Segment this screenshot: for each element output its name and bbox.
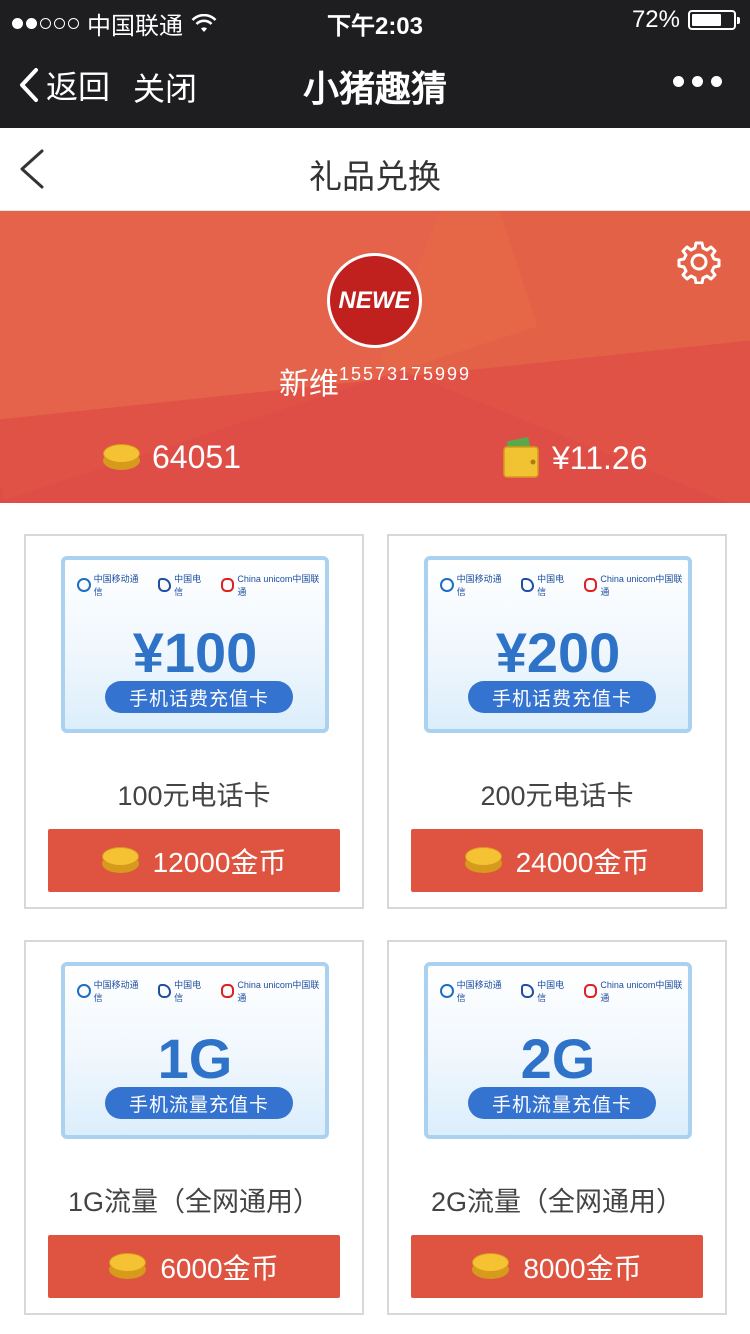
more-menu-button[interactable]: [673, 76, 722, 87]
user-info: 新维15573175999: [0, 359, 750, 403]
redeem-price: 24000金币: [515, 846, 650, 878]
gear-icon[interactable]: [677, 240, 721, 284]
page-title: 礼品兑换: [309, 158, 441, 195]
product-card[interactable]: 中国移动通信 中国电信 China unicom中国联通 ¥200 手机话费充值…: [387, 534, 727, 909]
redeem-button[interactable]: 24000金币: [411, 829, 703, 892]
product-card[interactable]: 中国移动通信 中国电信 China unicom中国联通 2G 手机流量充值卡 …: [387, 940, 727, 1315]
china-telecom-logo-icon: 中国电信: [157, 978, 209, 1004]
recharge-card-image: 中国移动通信 中国电信 China unicom中国联通 2G 手机流量充值卡: [424, 962, 692, 1139]
carrier-logos: 中国移动通信 中国电信 China unicom中国联通: [77, 978, 325, 1004]
card-face-value: 2G: [520, 1027, 596, 1090]
china-mobile-logo-icon: 中国移动通信: [77, 978, 146, 1004]
avatar[interactable]: NEWE: [327, 253, 422, 348]
more-dots-icon: [673, 76, 684, 87]
gold-coin-icon: [103, 443, 140, 472]
china-telecom-logo-icon: 中国电信: [157, 572, 209, 598]
coin-count: 64051: [152, 439, 241, 475]
user-phone: 15573175999: [338, 364, 472, 384]
redeem-button[interactable]: 8000金币: [411, 1235, 703, 1298]
card-type-pill: 手机话费充值卡: [468, 681, 656, 713]
recharge-card-image: 中国移动通信 中国电信 China unicom中国联通 1G 手机流量充值卡: [61, 962, 329, 1139]
china-telecom-logo-icon: 中国电信: [520, 572, 572, 598]
redeem-price: 12000金币: [152, 846, 287, 878]
redeem-price: 6000金币: [160, 1252, 279, 1284]
carrier-logos: 中国移动通信 中国电信 China unicom中国联通: [77, 572, 325, 598]
product-name: 200元电话卡: [480, 781, 634, 811]
card-face-value: ¥200: [495, 621, 621, 684]
recharge-card-image: 中国移动通信 中国电信 China unicom中国联通 ¥200 手机话费充值…: [424, 556, 692, 733]
gold-coin-icon: [464, 846, 502, 875]
recharge-card-image: 中国移动通信 中国电信 China unicom中国联通 ¥100 手机话费充值…: [61, 556, 329, 733]
china-mobile-logo-icon: 中国移动通信: [440, 978, 509, 1004]
battery-percent: 72%: [631, 6, 680, 33]
card-type-pill: 手机流量充值卡: [105, 1087, 293, 1119]
avatar-logo-text: NEWE: [338, 286, 411, 314]
gold-coin-icon: [101, 846, 139, 875]
wechat-nav-bar: 返回 关闭 小猪趣猜: [0, 40, 750, 128]
china-unicom-logo-icon: China unicom中国联通: [583, 572, 688, 598]
carrier-logos: 中国移动通信 中国电信 China unicom中国联通: [440, 572, 688, 598]
china-mobile-logo-icon: 中国移动通信: [440, 572, 509, 598]
coin-balance: 64051: [103, 439, 241, 476]
card-face-value: 1G: [157, 1027, 233, 1090]
wallet-balance: ¥11.26: [502, 437, 648, 479]
card-type-pill: 手机流量充值卡: [468, 1087, 656, 1119]
carrier-logos: 中国移动通信 中国电信 China unicom中国联通: [440, 978, 688, 1004]
app-title: 小猪趣猜: [302, 68, 447, 109]
china-mobile-logo-icon: 中国移动通信: [77, 572, 146, 598]
product-name: 100元电话卡: [117, 781, 271, 811]
user-name: 新维: [278, 368, 339, 401]
redeem-button[interactable]: 6000金币: [48, 1235, 340, 1298]
product-name: 1G流量（全网通用）: [67, 1187, 321, 1217]
china-unicom-logo-icon: China unicom中国联通: [220, 572, 325, 598]
china-telecom-logo-icon: 中国电信: [520, 978, 572, 1004]
page-header: 礼品兑换: [0, 128, 750, 211]
wallet-amount: ¥11.26: [552, 439, 648, 476]
gold-coin-icon: [109, 1252, 147, 1281]
card-type-pill: 手机话费充值卡: [105, 681, 293, 713]
product-card[interactable]: 中国移动通信 中国电信 China unicom中国联通 ¥100 手机话费充值…: [24, 534, 364, 909]
gold-coin-icon: [472, 1252, 510, 1281]
china-unicom-logo-icon: China unicom中国联通: [220, 978, 325, 1004]
status-bar: 中国联通 下午2:03 72%: [0, 0, 750, 40]
redeem-price: 8000金币: [523, 1252, 642, 1284]
battery-icon: [688, 10, 740, 30]
product-card[interactable]: 中国移动通信 中国电信 China unicom中国联通 1G 手机流量充值卡 …: [24, 940, 364, 1315]
card-face-value: ¥100: [132, 621, 258, 684]
battery-area: 72%: [631, 6, 740, 34]
product-name: 2G流量（全网通用）: [430, 1187, 684, 1217]
profile-banner: NEWE 新维15573175999 64051 ¥11.26: [0, 211, 750, 503]
wallet-icon: [503, 437, 539, 478]
china-unicom-logo-icon: China unicom中国联通: [583, 978, 688, 1004]
redeem-button[interactable]: 12000金币: [48, 829, 340, 892]
